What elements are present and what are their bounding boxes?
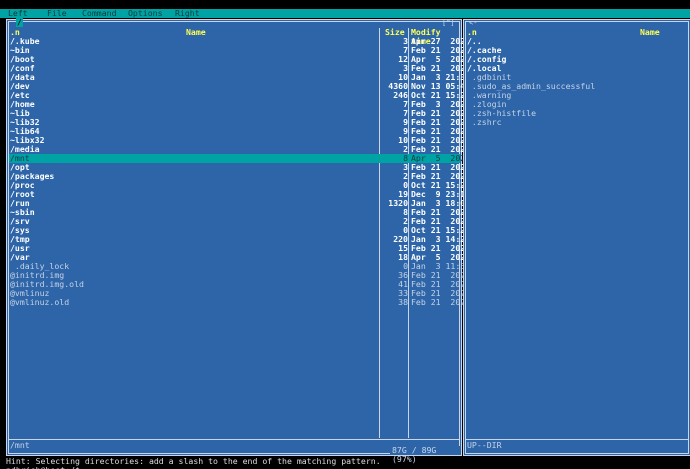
file-row[interactable]: /usr 15 Feb 21 2024 [9,244,470,253]
left-mini-status: /mnt [10,440,30,450]
file-row[interactable]: @vmlinuz.old 38 Feb 21 2024 [9,297,470,307]
menu-right[interactable]: Right [175,9,200,18]
file-mtime: Feb 21 2024 [411,297,471,307]
left-panel[interactable]: / [^] .n Name Size Modify time /.kube 3 Ap… [6,18,470,464]
menu-file[interactable]: File [47,9,67,18]
file-row[interactable]: ~sbin 8 Feb 21 2024 [9,208,470,217]
file-name: @vmlinuz.old [10,297,70,307]
file-row[interactable]: .zshrc [466,118,688,127]
file-row[interactable]: /etc 246 Oct 21 15:21 [9,91,470,100]
file-row[interactable]: @initrd.img.old 41 Feb 21 2024 [9,280,470,289]
file-row[interactable]: /run 1320 Jan 3 18:08 [9,199,470,208]
selected-file-row[interactable]: /mnt 8 Apr 5 2024 [9,154,470,163]
left-header-name[interactable]: Name [186,28,206,37]
file-row[interactable]: /conf 3 Feb 21 2024 [9,64,470,73]
hint-bar: Hint: Selecting directories: add a slash… [6,456,381,466]
file-row[interactable]: /proc 0 Oct 21 15:20 [9,181,470,190]
file-row[interactable]: /boot 12 Apr 5 2024 [9,55,470,64]
file-row[interactable]: /.kube 3 Apr 27 2024 [9,37,470,46]
file-row[interactable]: ~lib64 9 Feb 21 2024 [9,127,470,136]
disk-usage: 87G / 89G (97%) [390,446,461,464]
right-header-name[interactable]: Name [640,28,660,37]
menu-bar: Left File Command Options Right [0,9,690,18]
menu-options[interactable]: Options [128,9,163,18]
file-row[interactable]: @vmlinuz 33 Feb 21 2024 [9,289,470,298]
left-panel-corner[interactable]: [^] [442,19,455,28]
left-header-size[interactable]: Size [385,28,405,37]
file-row[interactable]: /tmp 220 Jan 3 14:23 [9,235,470,244]
file-row[interactable]: ~lib 7 Feb 21 2024 [9,109,470,118]
file-size: 38 [398,297,408,307]
file-row[interactable]: ~libx32 10 Feb 21 2024 [9,136,470,145]
left-panel-divider [9,439,459,440]
file-row[interactable]: /media 2 Feb 21 2024 [9,145,470,154]
left-panel-path[interactable]: / [16,18,23,27]
file-row[interactable]: .daily_lock 0 Jan 3 11:56 [9,262,470,271]
menu-command[interactable]: Command [82,9,117,18]
file-row[interactable]: /srv 2 Feb 21 2024 [9,217,470,226]
file-row[interactable]: /home 7 Feb 3 2024 [9,100,470,109]
file-row[interactable]: /packages 2 Feb 21 2024 [9,172,470,181]
right-panel[interactable]: <- .n Name /../.cache/.config/.local .gd… [463,19,690,456]
file-name: .zshrc [467,117,502,127]
file-row[interactable]: ~bin 7 Feb 21 2024 [9,46,470,55]
right-mini-status: UP--DIR [467,440,502,450]
file-row[interactable]: ~lib32 9 Feb 21 2024 [9,118,470,127]
file-row[interactable]: /opt 3 Feb 21 2024 [9,163,470,172]
file-row[interactable]: /var 18 Apr 5 2024 [9,253,470,262]
